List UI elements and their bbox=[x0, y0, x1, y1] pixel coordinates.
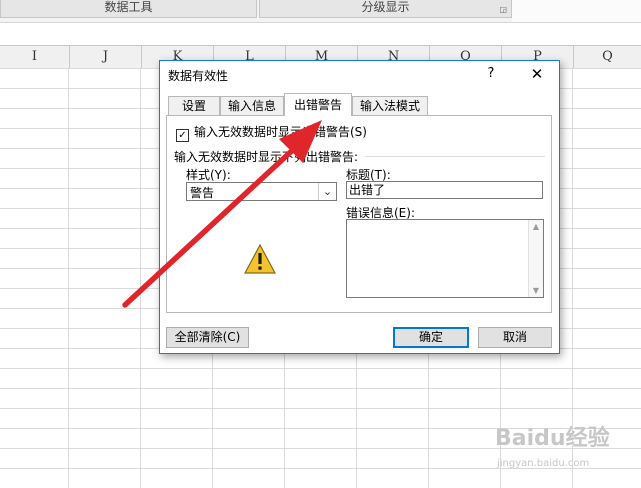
baidu-watermark: Baidu经验 jingyan.baidu.com bbox=[495, 420, 635, 480]
tab-error-alert[interactable]: 出错警告 bbox=[284, 93, 352, 116]
watermark-logo: Baidu经验 bbox=[495, 426, 610, 451]
red-arrow-annotation bbox=[122, 120, 322, 308]
watermark-url: jingyan.baidu.com bbox=[497, 458, 590, 469]
